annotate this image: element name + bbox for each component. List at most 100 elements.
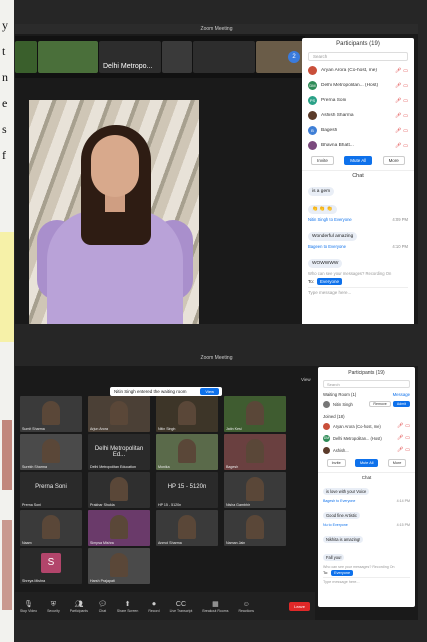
gallery-tile[interactable]: Simpsa Mishra (88, 510, 150, 546)
mic-muted-icon[interactable]: 🎤︎ (397, 423, 403, 429)
highlight-band (0, 232, 14, 342)
more-button[interactable]: More (382, 156, 405, 165)
toolbar-share-button[interactable]: ⬆ Share Screen (117, 600, 138, 613)
video-off-icon[interactable]: ▭ (403, 98, 408, 104)
mute-all-button[interactable]: Mute All (354, 459, 379, 467)
window-title: Zoom Meeting (15, 24, 418, 34)
gallery-tile[interactable]: Anmol Sharma (156, 510, 218, 546)
invite-button[interactable]: Invite (326, 459, 346, 467)
video-tile[interactable] (38, 41, 98, 73)
message-button[interactable]: Message (393, 392, 410, 397)
gallery-tile[interactable]: Nitin Singh (156, 396, 218, 432)
toolbar-people-button[interactable]: 👥︎ Participants (70, 600, 88, 613)
participant-video (110, 401, 128, 425)
recipient-dropdown[interactable]: Everyone (317, 278, 343, 285)
participant-name: Delhi Metropolitan... (Host) (321, 83, 379, 88)
to-label: To: (308, 279, 315, 284)
video-tile[interactable] (193, 41, 255, 73)
gallery-tile[interactable]: S Shreya Mishra (20, 548, 82, 584)
toolbar-record-button[interactable]: ⏺ Record (148, 600, 159, 613)
search-input[interactable]: Search (308, 52, 408, 61)
search-input[interactable]: Search (323, 380, 410, 388)
mic-muted-icon[interactable]: 🎤︎ (395, 98, 401, 104)
chat-message: Fall you! (318, 546, 415, 564)
gallery-tile[interactable]: Harsh Prajapati (88, 548, 150, 584)
participant-row[interactable]: B Bagesh 🎤︎ ▭ (302, 123, 414, 138)
tile-label: Shreya Mishra (22, 579, 46, 583)
remove-button[interactable]: Remove (369, 401, 391, 407)
gallery-tile[interactable]: Monika (156, 434, 218, 470)
tile-label: Jatin Kesi (226, 427, 242, 431)
admit-button[interactable]: Admit (392, 401, 410, 407)
gallery-tile[interactable]: Arjun Arora (88, 396, 150, 432)
toolbar-shield-button[interactable]: ⛨ Security (47, 600, 60, 613)
recipient-dropdown[interactable]: Everyone (331, 570, 354, 576)
page-badge-button[interactable]: 2 (288, 51, 300, 63)
video-tile[interactable] (15, 41, 37, 73)
gallery-tile[interactable]: HP 15 - 5120n HP 15 - 5120n (156, 472, 218, 508)
invite-button[interactable]: Invite (311, 156, 334, 165)
mic-muted-icon[interactable]: 🎤︎ (395, 128, 401, 134)
leave-button[interactable]: Leave (289, 601, 310, 611)
video-off-icon[interactable]: ▭ (405, 423, 410, 429)
video-off-icon[interactable]: ▭ (405, 447, 410, 453)
participant-name: Prerna Soni (321, 98, 347, 103)
mic-muted-icon[interactable]: 🎤︎ (397, 435, 403, 441)
waiting-view-button[interactable]: View (200, 388, 219, 395)
gallery-tile[interactable]: Naman Jain (224, 510, 286, 546)
participant-row[interactable]: Ashish Sharma 🎤︎ ▭ (302, 108, 414, 123)
mute-all-button[interactable]: Mute All (344, 156, 373, 165)
chat-visibility-note: Who can see your messages? Recording On (323, 565, 395, 569)
toolbar-chat-button[interactable]: 💬︎ Chat (98, 600, 107, 613)
toolbar-label: Participants (69, 608, 89, 613)
sender-name[interactable]: Bagesh to Everyone (323, 499, 355, 503)
gallery-tile[interactable]: Jatin Kesi (224, 396, 286, 432)
participant-row[interactable]: DM Delhi Metropolitan... (Host) 🎤︎ ▭ (318, 432, 415, 444)
mic-muted-icon[interactable]: 🎤︎ (395, 113, 401, 119)
mic-muted-icon[interactable]: 🎤︎ (395, 83, 401, 89)
sender-name[interactable]: Bageen to Everyone (308, 244, 346, 249)
mic-muted-icon[interactable]: 🎤︎ (397, 447, 403, 453)
participant-row[interactable]: DM Delhi Metropolitan... (Host) 🎤︎ ▭ (302, 78, 414, 93)
participant-video (178, 515, 196, 539)
margin-letter: e (2, 96, 8, 110)
zoom-window-speaker-view: Zoom Meeting Delhi Metropo... 2 Particip… (15, 24, 418, 324)
participant-row[interactable]: Aryan Arora (Co-host, me) 🎤︎ ▭ (302, 63, 414, 78)
participant-row[interactable]: Ashish... 🎤︎ ▭ (318, 444, 415, 456)
gallery-tile[interactable]: Surekh Sharma (20, 434, 82, 470)
page: y t n e s f Zoom Meeting Delhi Metropo..… (0, 0, 427, 642)
participant-row[interactable]: Aryan Arora (Co-host, me) 🎤︎ ▭ (318, 420, 415, 432)
sender-name[interactable]: Nu to Everyone (323, 523, 348, 527)
video-off-icon[interactable]: ▭ (403, 113, 408, 119)
gallery-tile[interactable]: Bagesh (224, 434, 286, 470)
participant-video (42, 439, 60, 463)
video-tile[interactable] (162, 41, 192, 73)
toolbar-cc-button[interactable]: CC Live Transcript (170, 600, 193, 613)
toolbar-mic-button[interactable]: 🎙︎ Stop Video (20, 600, 37, 613)
gallery-tile[interactable]: Sumit Sharma (20, 396, 82, 432)
gallery-tile[interactable]: Delhi Metropolitan Ed... Delhi Metropolit… (88, 434, 150, 470)
toolbar-react-button[interactable]: ☺ Reactions (238, 600, 254, 613)
chat-message-input[interactable]: Type message here... (308, 287, 408, 295)
gallery-tile[interactable]: Prerna Soni Prerna Soni (20, 472, 82, 508)
participant-row[interactable]: Bhavna Bhatt... 🎤︎ ▭ (302, 138, 414, 153)
toolbar-rooms-button[interactable]: ▦ Breakout Rooms (202, 600, 228, 613)
participant-row[interactable]: PS Prerna Soni 🎤︎ ▭ (302, 93, 414, 108)
video-tile[interactable]: Delhi Metropo... (99, 41, 161, 73)
video-off-icon[interactable]: ▭ (403, 143, 408, 149)
chat-message: 👏 👏 👏 (302, 197, 414, 215)
chat-message-input[interactable]: Type message here... (323, 577, 410, 584)
view-toggle-button[interactable]: View (301, 377, 311, 382)
waiting-room-header: Waiting Room (1) Message (323, 392, 410, 397)
gallery-tile[interactable]: Prakhar Shukla (88, 472, 150, 508)
mic-muted-icon[interactable]: 🎤︎ (395, 68, 401, 74)
more-button[interactable]: More (387, 459, 407, 467)
video-off-icon[interactable]: ▭ (403, 83, 408, 89)
video-off-icon[interactable]: ▭ (403, 128, 408, 134)
mic-muted-icon[interactable]: 🎤︎ (395, 143, 401, 149)
gallery-tile[interactable]: Nisha Gambhir (224, 472, 286, 508)
sender-name[interactable]: Nitin Singh to Everyone (308, 217, 352, 222)
gallery-tile[interactable]: Naam (20, 510, 82, 546)
video-off-icon[interactable]: ▭ (403, 68, 408, 74)
video-off-icon[interactable]: ▭ (405, 435, 410, 441)
